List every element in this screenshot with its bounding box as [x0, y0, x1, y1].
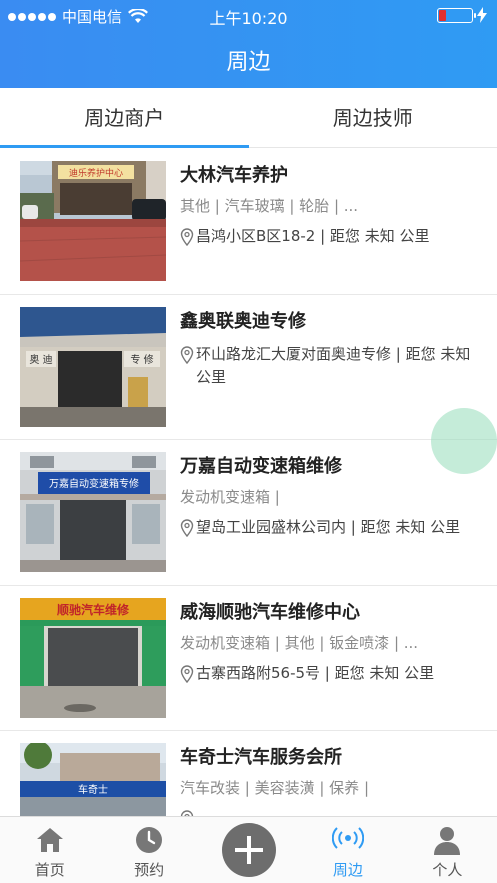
merchant-info: 车奇士汽车服务会所 汽车改装 | 美容装潢 | 保养 |: [180, 745, 477, 816]
merchant-name: 威海顺驰汽车维修中心: [180, 601, 360, 623]
status-time: 上午10:20: [209, 9, 288, 28]
tabbar-profile[interactable]: 个人: [398, 817, 497, 883]
service-club-photo: 车奇士: [20, 743, 166, 816]
tabbar-label: 周边: [332, 861, 363, 879]
merchant-item[interactable]: 车奇士 车奇士汽车服务会所 汽车改装 | 美容装潢 | 保养 |: [0, 731, 497, 816]
battery-icon: [437, 7, 476, 23]
status-right: [437, 7, 487, 23]
merchant-name: 车奇士汽车服务会所: [180, 747, 342, 768]
garage-photo: 奥 迪 专 修: [20, 306, 166, 427]
person-icon: [434, 827, 461, 855]
tabbar-add[interactable]: [199, 817, 298, 883]
home-icon: [36, 828, 63, 852]
merchant-item[interactable]: 迪乐养护中心 大林汽车养护 其他 | 汽车玻璃 | 轮胎 | ... 昌鸿小区B…: [0, 149, 497, 295]
tabbar-home[interactable]: 首页: [0, 817, 99, 883]
tabbar-appointment[interactable]: 预约: [99, 817, 198, 883]
merchant-address-row: 望岛工业园盛林公司内 | 距您 未知 公里: [180, 516, 477, 539]
app-header: 中国电信 上午10:20 周边: [0, 0, 497, 88]
location-pin-icon: [180, 664, 194, 683]
tab-nearby-technicians[interactable]: 周边技师: [249, 88, 497, 147]
merchant-address-row: 昌鸿小区B区18-2 | 距您 未知 公里: [180, 225, 477, 248]
shop-sign-text: 车奇士: [78, 783, 108, 796]
shop-sign-text: 顺驰汽车维修: [57, 602, 130, 617]
nearby-signal-icon: [331, 827, 364, 849]
merchant-item[interactable]: 奥 迪 专 修 鑫奥联奥迪专修 环山路龙汇大厦对面奥迪专修 | 距您 未知 公里: [0, 295, 497, 440]
tab-nearby-merchants[interactable]: 周边商户: [0, 88, 249, 148]
merchant-categories: 其他 | 汽车玻璃 | 轮胎 | ...: [180, 197, 359, 215]
tabbar-label: 个人: [432, 861, 463, 879]
merchant-item[interactable]: 万嘉自动变速箱专修 万嘉自动变速箱维修 发动机变速箱 | 望岛工业园盛林公司内 …: [0, 440, 497, 586]
merchant-address: 环山路龙汇大厦对面奥迪专修 | 距您 未知 公里: [196, 344, 471, 386]
tab-label: 周边技师: [332, 106, 413, 130]
clock-icon: [136, 827, 163, 853]
merchant-info: 鑫奥联奥迪专修 环山路龙汇大厦对面奥迪专修 | 距您 未知 公里: [180, 309, 477, 389]
location-pin-icon: [180, 228, 194, 246]
tabbar-label: 首页: [34, 861, 65, 879]
merchant-info: 大林汽车养护 其他 | 汽车玻璃 | 轮胎 | ... 昌鸿小区B区18-2 |…: [180, 163, 477, 248]
merchant-name: 万嘉自动变速箱维修: [180, 456, 342, 477]
location-pin-icon: [180, 345, 194, 364]
merchant-address: 望岛工业园盛林公司内 | 距您 未知 公里: [196, 518, 461, 536]
page-title: 周边: [226, 50, 271, 75]
merchant-info: 万嘉自动变速箱维修 发动机变速箱 | 望岛工业园盛林公司内 | 距您 未知 公里: [180, 454, 477, 539]
sign-right-text: 专 修: [130, 353, 153, 366]
plus-icon[interactable]: [221, 823, 276, 877]
merchant-address-row: 古寨西路附56-5号 | 距您 未知 公里: [180, 662, 477, 685]
tabbar-label: 预约: [134, 861, 165, 879]
merchant-categories: 汽车改装 | 美容装潢 | 保养 |: [180, 779, 370, 797]
active-tab-indicator: [0, 145, 249, 148]
merchant-list[interactable]: 迪乐养护中心 大林汽车养护 其他 | 汽车玻璃 | 轮胎 | ... 昌鸿小区B…: [0, 149, 497, 816]
merchant-address-row: 环山路龙汇大厦对面奥迪专修 | 距您 未知 公里: [180, 343, 477, 389]
bottom-tab-bar: 首页 预约 周边 个人: [0, 816, 497, 883]
sign-left-text: 奥 迪: [29, 353, 52, 366]
workshop-photo: 万嘉自动变速箱专修: [20, 452, 166, 572]
tab-label: 周边商户: [84, 106, 165, 130]
status-bar: 中国电信 上午10:20: [0, 0, 497, 30]
shop-sign-text: 万嘉自动变速箱专修: [49, 477, 139, 490]
merchant-categories: 发动机变速箱 | 其他 | 钣金喷漆 | ...: [180, 633, 419, 652]
merchant-address-row: [180, 807, 477, 816]
storefront-photo: 迪乐养护中心: [20, 161, 166, 281]
merchant-info: 威海顺驰汽车维修中心 发动机变速箱 | 其他 | 钣金喷漆 | ... 古寨西路…: [180, 600, 477, 685]
merchant-address: 古寨西路附56-5号 | 距您 未知 公里: [196, 663, 435, 682]
merchant-address: 昌鸿小区B区18-2 | 距您 未知 公里: [196, 227, 430, 245]
merchant-name: 鑫奥联奥迪专修: [180, 310, 306, 332]
location-pin-icon: [180, 519, 194, 537]
merchant-name: 大林汽车养护: [180, 165, 288, 186]
floating-assistive-button[interactable]: [431, 408, 497, 474]
charging-bolt-icon: [477, 7, 487, 23]
merchant-item[interactable]: 顺驰汽车维修 威海顺驰汽车维修中心 发动机变速箱 | 其他 | 钣金喷漆 | .…: [0, 586, 497, 731]
segment-tabs: 周边商户 周边技师: [0, 88, 497, 148]
battery-level: [439, 9, 446, 21]
merchant-categories: 发动机变速箱 |: [180, 488, 280, 506]
repair-shop-photo: 顺驰汽车维修: [20, 597, 166, 718]
shop-sign-text: 迪乐养护中心: [69, 167, 123, 179]
tabbar-nearby[interactable]: 周边: [298, 817, 397, 883]
